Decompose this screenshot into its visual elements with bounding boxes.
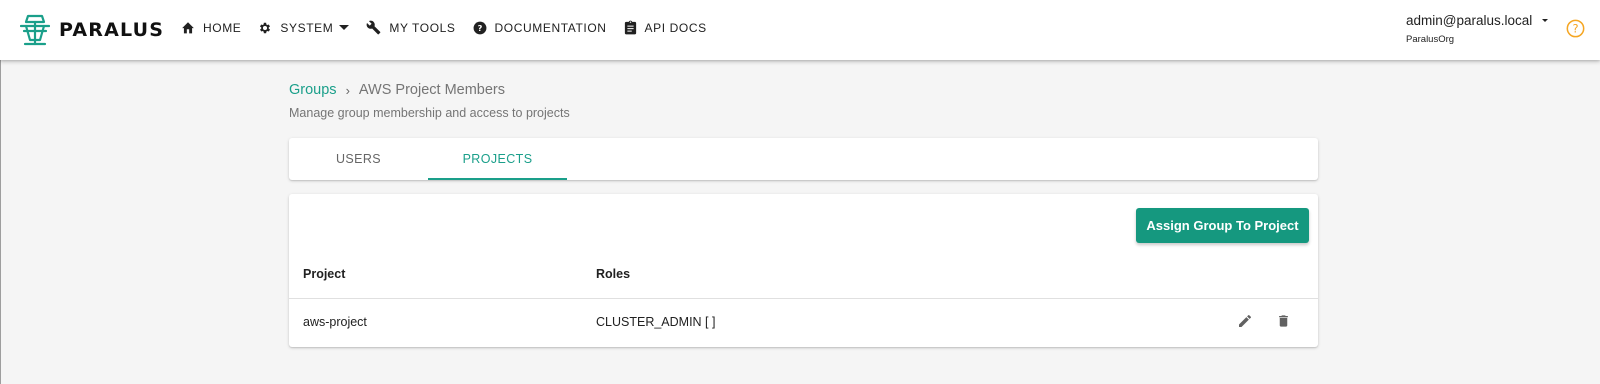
page-subtitle: Manage group membership and access to pr… [289, 106, 570, 120]
page-title: AWS Project Members [358, 82, 506, 98]
nav-documentation[interactable]: ? DOCUMENTATION [473, 21, 607, 35]
nav-home-label: HOME [203, 20, 242, 35]
breadcrumb: Groups › AWS Project Members [289, 82, 505, 98]
assign-group-to-project-button[interactable]: Assign Group To Project [1136, 208, 1309, 243]
active-tab-indicator [428, 178, 567, 180]
nav-api-docs-label: API DOCS [644, 20, 707, 35]
main-nav: HOME SYSTEM MY TOOLS ? DOCUMENTATION API… [181, 20, 724, 35]
brand-logo[interactable]: PARALUS [20, 14, 164, 46]
help-circle-icon: ? [473, 21, 486, 34]
project-membership-panel: Assign Group To Project Project Roles aw… [289, 194, 1318, 347]
column-header-project: Project [303, 267, 346, 281]
brand-name: PARALUS [59, 19, 165, 41]
tab-bar: USERS PROJECTS [289, 138, 1318, 180]
nav-api-docs[interactable]: API DOCS [624, 20, 707, 35]
paralus-logo-icon [20, 14, 50, 46]
nav-my-tools[interactable]: MY TOOLS [366, 20, 455, 35]
header-divider [289, 298, 1318, 299]
trash-icon [1279, 315, 1288, 327]
wrench-icon [366, 20, 381, 35]
svg-text:?: ? [477, 22, 482, 32]
user-menu-chevron-icon [1542, 19, 1549, 22]
nav-system[interactable]: SYSTEM [258, 20, 350, 35]
svg-text:?: ? [1572, 22, 1578, 36]
pencil-icon [1239, 314, 1251, 327]
breadcrumb-groups-link[interactable]: Groups [289, 82, 337, 98]
nav-system-label: SYSTEM [280, 20, 334, 35]
user-org: ParalusOrg [1406, 34, 1455, 45]
tab-projects[interactable]: PROJECTS [428, 138, 567, 180]
column-header-roles: Roles [596, 267, 631, 281]
tab-users[interactable]: USERS [289, 138, 428, 180]
edit-button[interactable] [1237, 313, 1255, 331]
nav-documentation-label: DOCUMENTATION [494, 20, 607, 35]
user-menu[interactable]: admin@paralus.local ParalusOrg [1406, 13, 1549, 45]
chevron-down-icon [339, 25, 350, 30]
help-icon[interactable]: ? [1566, 19, 1585, 38]
app-header: PARALUS HOME SYSTEM MY TOOLS ? DOCUMENTA… [0, 0, 1600, 60]
table-cell-roles: CLUSTER_ADMIN [ ] [596, 315, 716, 329]
breadcrumb-separator: › [345, 82, 350, 98]
delete-button[interactable] [1276, 313, 1294, 331]
nav-home[interactable]: HOME [181, 21, 241, 35]
table-cell-project: aws-project [303, 315, 367, 329]
home-icon [182, 22, 194, 34]
user-email: admin@paralus.local [1406, 13, 1533, 28]
gear-icon [260, 22, 271, 33]
clipboard-icon [624, 20, 636, 35]
nav-my-tools-label: MY TOOLS [389, 20, 456, 35]
